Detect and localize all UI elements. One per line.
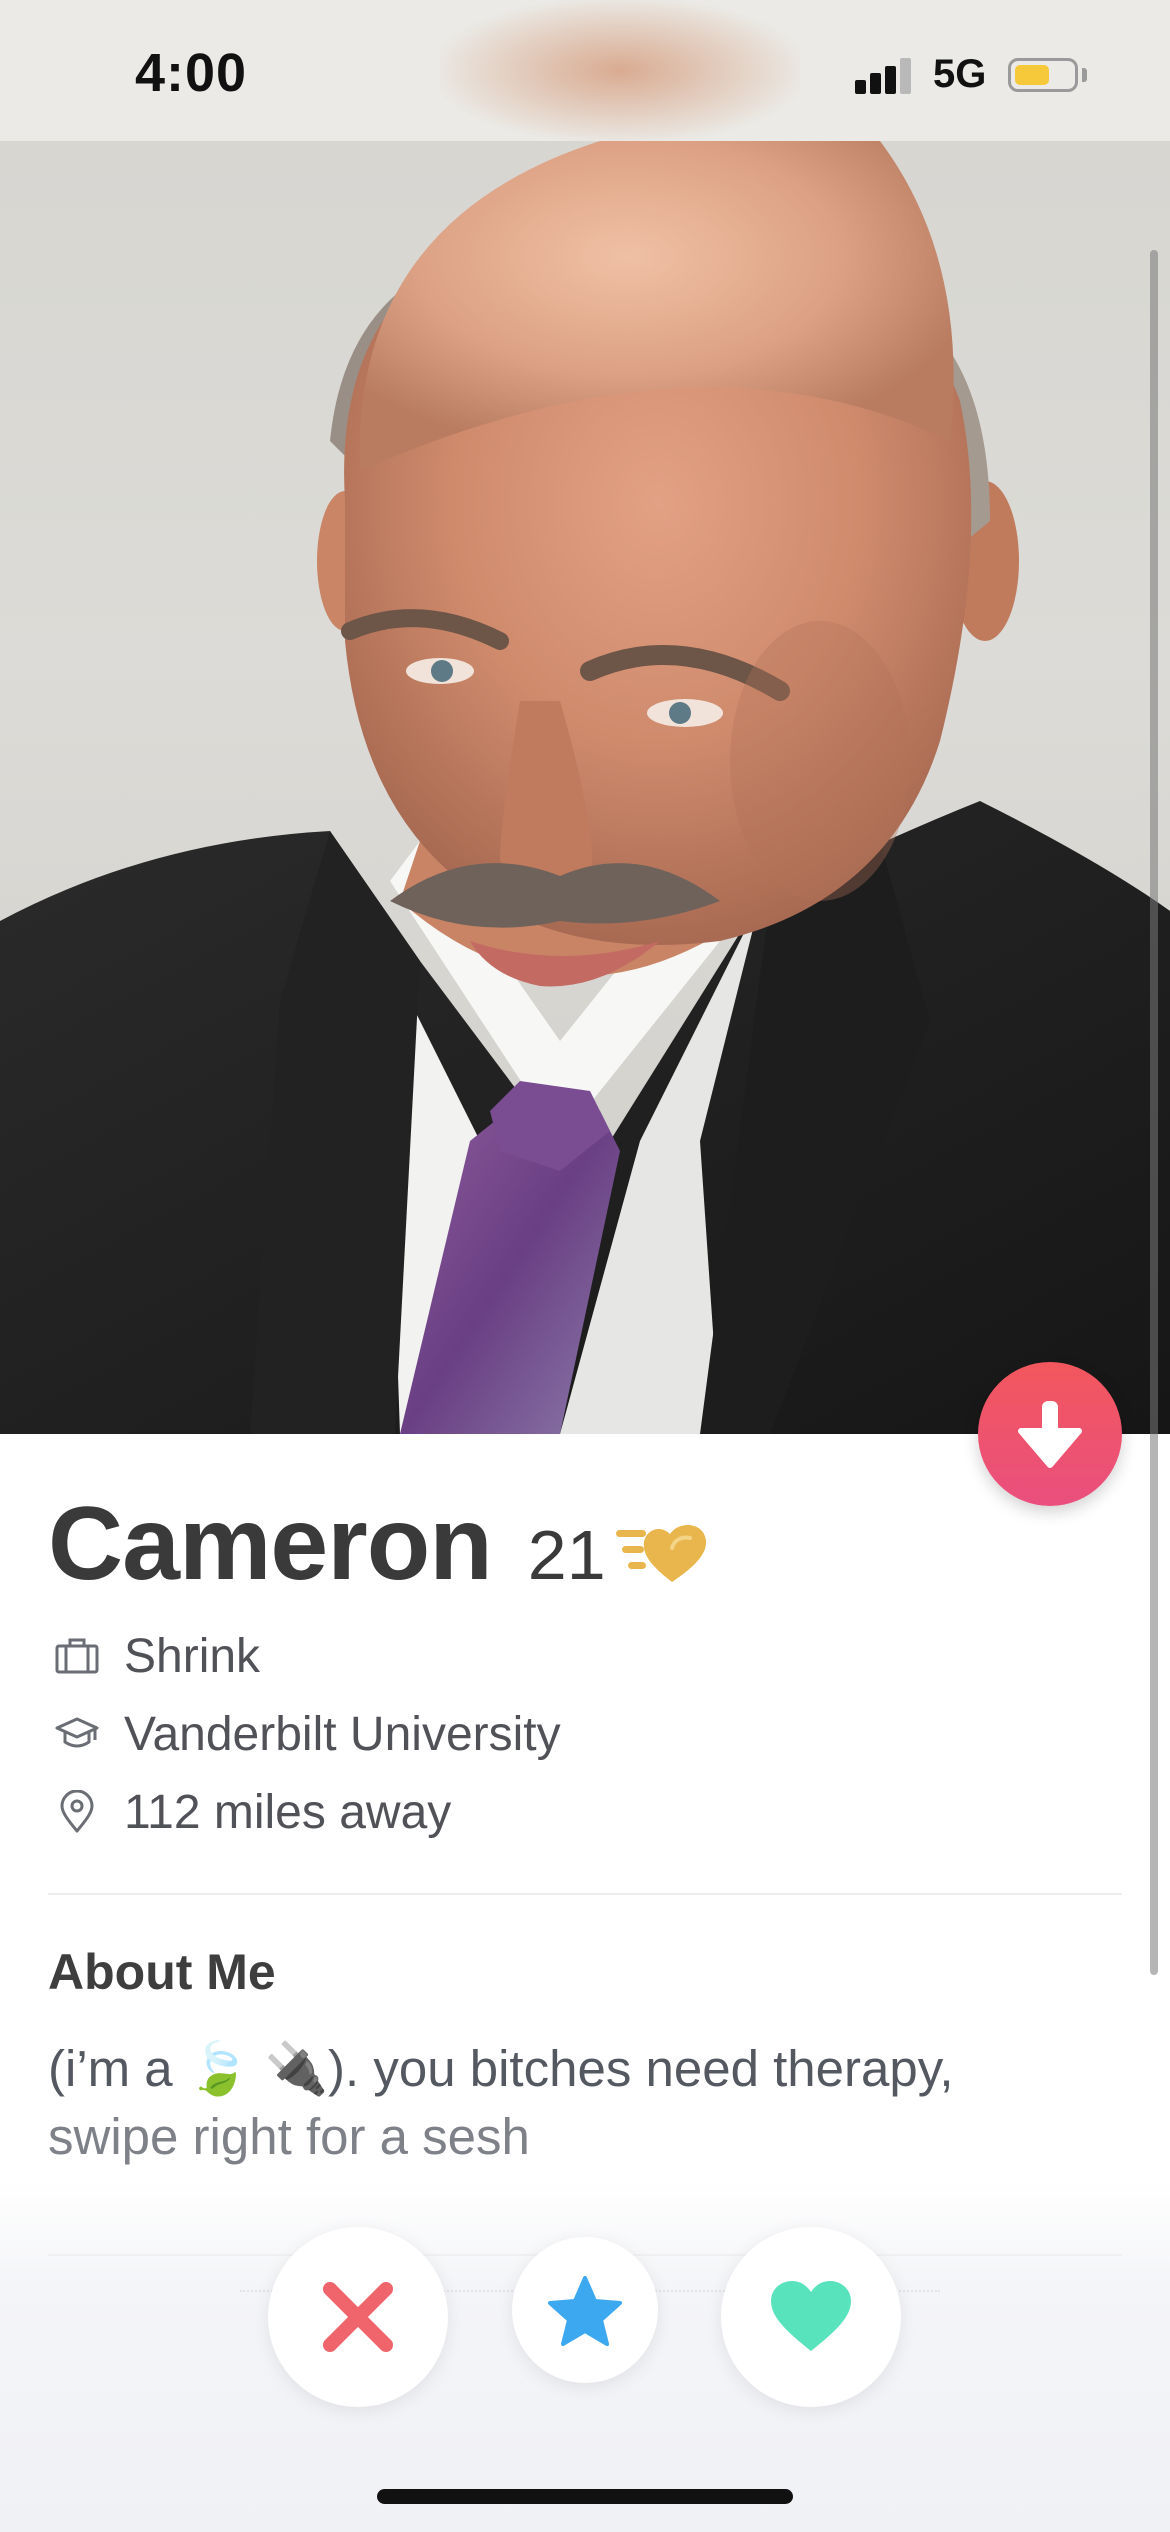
status-bar-photo-tint <box>440 0 800 141</box>
name-row: Cameron 21 <box>48 1485 718 1602</box>
super-like-heart-icon <box>615 1525 706 1582</box>
status-bar: 4:00 5G <box>0 0 1170 141</box>
school-name: Vanderbilt University <box>124 1707 561 1761</box>
profile-photo[interactable] <box>0 141 1170 1434</box>
section-divider <box>48 1893 1122 1895</box>
home-indicator[interactable] <box>377 2489 793 2504</box>
profile-photo-image <box>0 141 1170 1434</box>
briefcase-icon <box>52 1631 102 1681</box>
distance-row: 112 miles away <box>52 1782 451 1842</box>
collapse-profile-button[interactable] <box>978 1362 1122 1506</box>
bio-line-1: (i’m a 🍃 🔌). you bitches need therapy, <box>48 2040 954 2097</box>
battery-nub <box>1082 68 1087 82</box>
scroll-indicator[interactable] <box>1150 250 1158 1975</box>
distance-text: 112 miles away <box>124 1785 452 1839</box>
about-heading: About Me <box>48 1944 276 2000</box>
signal-strength-icon <box>855 58 915 94</box>
super-like-button[interactable] <box>512 2237 658 2383</box>
star-icon <box>548 2276 622 2346</box>
job-title: Shrink <box>124 1629 261 1683</box>
bio-text: (i’m a 🍃 🔌). you bitches need therapy, s… <box>48 2035 1108 2171</box>
graduation-cap-icon <box>52 1709 102 1759</box>
profile-age: 21 <box>527 1516 606 1594</box>
arrow-down-icon <box>1018 1401 1082 1468</box>
like-button[interactable] <box>721 2227 901 2407</box>
x-icon <box>323 2282 393 2352</box>
location-pin-icon <box>52 1787 102 1837</box>
nope-button[interactable] <box>268 2227 448 2407</box>
battery-icon <box>1008 58 1078 92</box>
profile-screen: 4:00 5G Cameron 21 Shrink Vanderbilt Uni… <box>0 0 1170 2532</box>
profile-name: Cameron <box>48 1486 493 1602</box>
network-label: 5G <box>933 52 987 96</box>
school-row: Vanderbilt University <box>52 1704 561 1764</box>
job-row: Shrink <box>52 1626 260 1686</box>
status-time: 4:00 <box>135 43 248 103</box>
heart-icon <box>771 2281 851 2351</box>
bio-line-2: swipe right for a sesh <box>48 2108 530 2165</box>
